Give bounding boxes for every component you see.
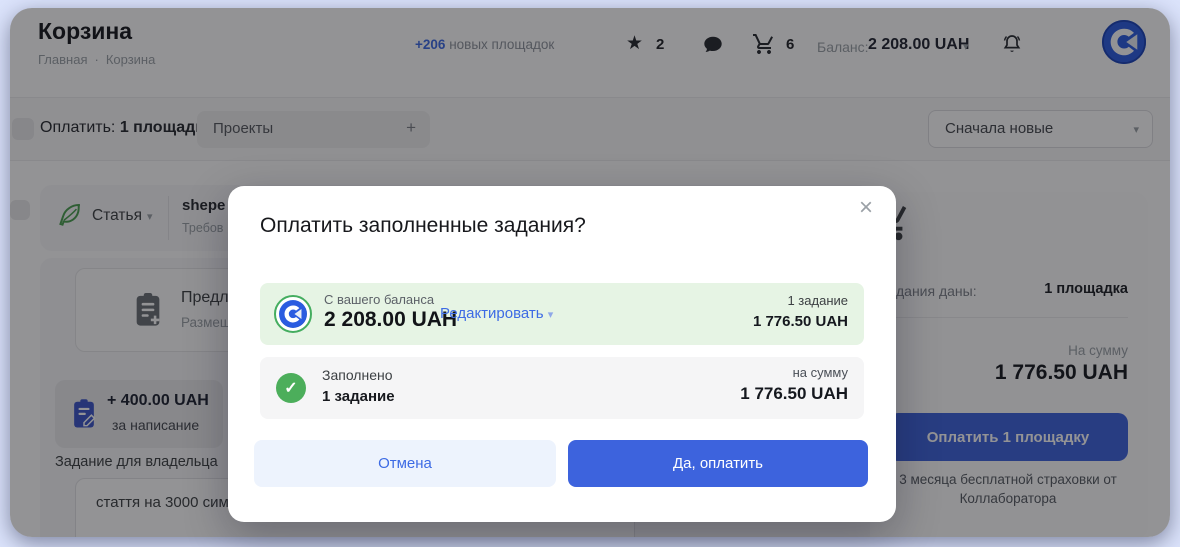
pay-confirmation-modal: × Оплатить заполненные задания? С вашего… — [228, 186, 896, 522]
edit-payment-link[interactable]: Редактировать ▾ — [440, 305, 553, 322]
tasks-sum: 1 776.50 UAH — [753, 313, 848, 330]
confirm-pay-button[interactable]: Да, оплатить — [568, 440, 868, 487]
balance-panel-value: 2 208.00 UAH — [324, 308, 457, 332]
filled-value: 1 задание — [322, 388, 395, 405]
balance-source-logo — [274, 295, 312, 333]
balance-panel-totals: 1 задание 1 776.50 UAH — [753, 293, 848, 330]
balance-panel: С вашего баланса 2 208.00 UAH Редактиров… — [260, 283, 864, 345]
modal-title: Оплатить заполненные задания? — [260, 214, 586, 238]
filled-sum-value: 1 776.50 UAH — [740, 384, 848, 404]
cancel-button[interactable]: Отмена — [254, 440, 556, 487]
balance-panel-label: С вашего баланса — [324, 292, 434, 307]
edit-payment-label: Редактировать — [440, 305, 544, 322]
filled-label: Заполнено — [322, 367, 393, 383]
tasks-count: 1 задание — [753, 293, 848, 308]
close-icon[interactable]: × — [852, 194, 880, 222]
check-circle-icon: ✓ — [276, 373, 306, 403]
cart-page: Корзина Главная · Корзина +206 новых пло… — [0, 0, 1180, 547]
filled-sum-label: на сумму — [740, 365, 848, 380]
filled-tasks-panel: ✓ Заполнено 1 задание на сумму 1 776.50 … — [260, 357, 864, 419]
edit-caret-icon: ▾ — [548, 309, 554, 321]
filled-totals: на сумму 1 776.50 UAH — [740, 365, 848, 404]
